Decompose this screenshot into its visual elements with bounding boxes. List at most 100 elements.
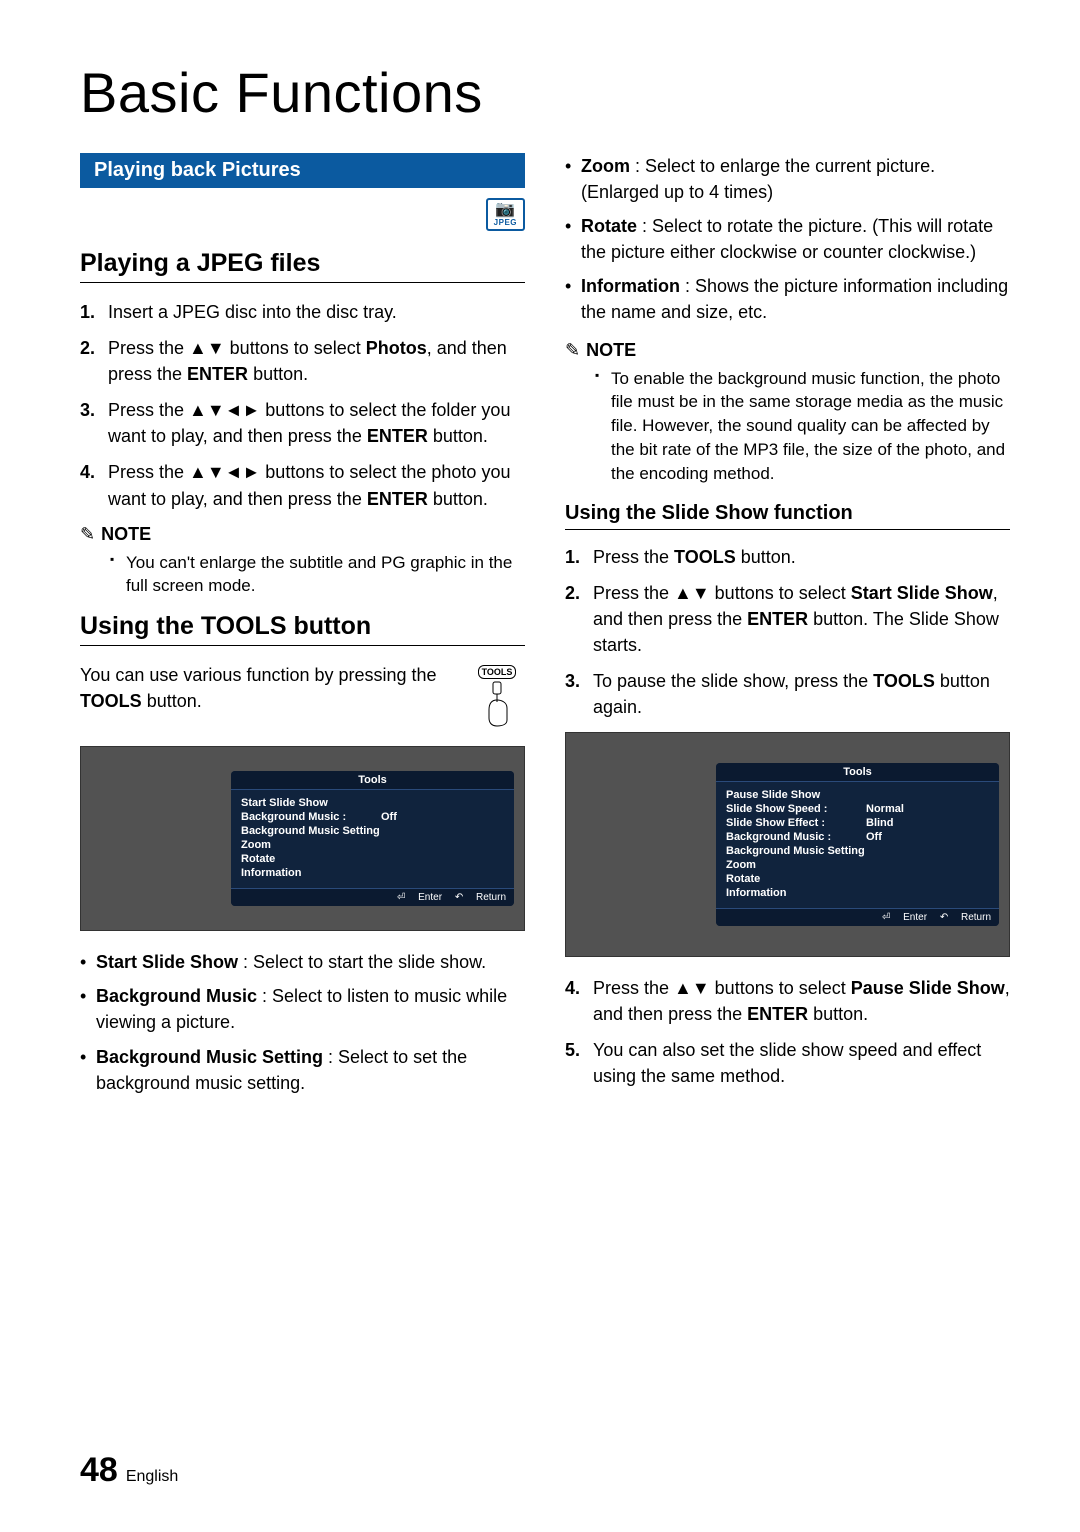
note-label: NOTE <box>101 524 151 545</box>
step-text: Press the ▲▼ buttons to select Start Sli… <box>593 580 1010 658</box>
popup-row-label: Rotate <box>726 873 866 885</box>
jpeg-icon: 📷 JPEG <box>486 198 525 231</box>
step-text: You can also set the slide show speed an… <box>593 1037 1010 1089</box>
popup-row: Information <box>726 886 989 900</box>
tv-screenshot-1: Tools Start Slide ShowBackground Music :… <box>80 746 525 931</box>
tools-button-label: TOOLS <box>478 665 517 679</box>
jpeg-badge-wrap: 📷 JPEG <box>80 198 525 231</box>
popup-row-label: Background Music : <box>726 831 866 843</box>
popup-row: Background Music Setting <box>241 824 504 838</box>
note-heading-right: ✎ NOTE <box>565 340 1010 361</box>
camera-icon: 📷 <box>495 201 515 218</box>
pencil-icon: ✎ <box>565 341 580 359</box>
popup-row-value: Off <box>381 811 397 823</box>
popup-row: Start Slide Show <box>241 796 504 810</box>
step-item: 4.Press the ▲▼◄► buttons to select the p… <box>80 459 525 511</box>
step-item: 5.You can also set the slide show speed … <box>565 1037 1010 1089</box>
popup-row-value: Normal <box>866 803 904 815</box>
list-item: Zoom : Select to enlarge the current pic… <box>565 153 1010 205</box>
step-number: 3. <box>565 668 593 720</box>
step-text: Press the ▲▼◄► buttons to select the pho… <box>108 459 525 511</box>
step-item: 2.Press the ▲▼ buttons to select Start S… <box>565 580 1010 658</box>
return-hint: ↶ Return <box>455 892 506 903</box>
step-number: 1. <box>80 299 108 325</box>
popup-row-label: Information <box>726 887 866 899</box>
popup-row: Pause Slide Show <box>726 788 989 802</box>
list-item: Background Music Setting : Select to set… <box>80 1044 525 1096</box>
popup-row: Information <box>241 866 504 880</box>
page-footer: 48 English <box>80 1451 178 1490</box>
step-number: 2. <box>565 580 593 658</box>
popup-row-label: Start Slide Show <box>241 797 381 809</box>
popup-row-label: Zoom <box>241 839 381 851</box>
steps-playing-jpeg: 1.Insert a JPEG disc into the disc tray.… <box>80 299 525 512</box>
page-language: English <box>126 1468 178 1486</box>
popup-row: Slide Show Effect :Blind <box>726 816 989 830</box>
popup-row: Background Music :Off <box>726 830 989 844</box>
jpeg-label: JPEG <box>494 218 517 227</box>
step-number: 2. <box>80 335 108 387</box>
popup-row-label: Slide Show Effect : <box>726 817 866 829</box>
note-body-right: To enable the background music function,… <box>565 367 1010 486</box>
popup-row: Zoom <box>726 858 989 872</box>
tv-screenshot-2: Tools Pause Slide ShowSlide Show Speed :… <box>565 732 1010 957</box>
popup-header: Tools <box>716 763 999 782</box>
subheading-slideshow: Using the Slide Show function <box>565 502 1010 530</box>
popup-footer: ⏎ Enter ↶ Return <box>231 888 514 906</box>
tools-paragraph: You can use various function by pressing… <box>80 662 455 714</box>
popup-row-label: Background Music : <box>241 811 381 823</box>
popup-body: Pause Slide ShowSlide Show Speed :Normal… <box>716 782 999 908</box>
left-column: Playing back Pictures 📷 JPEG Playing a J… <box>80 153 525 1110</box>
step-text: Press the ▲▼◄► buttons to select the fol… <box>108 397 525 449</box>
return-label: Return <box>961 912 991 923</box>
list-item: Information : Shows the picture informat… <box>565 273 1010 325</box>
step-text: To pause the slide show, press the TOOLS… <box>593 668 1010 720</box>
heading-using-tools: Using the TOOLS button <box>80 612 525 646</box>
popup-row-value: Off <box>866 831 882 843</box>
popup-row-label: Rotate <box>241 853 381 865</box>
return-label: Return <box>476 892 506 903</box>
page-title: Basic Functions <box>80 60 1010 125</box>
step-number: 3. <box>80 397 108 449</box>
list-item: You can't enlarge the subtitle and PG gr… <box>110 551 525 599</box>
step-number: 1. <box>565 544 593 570</box>
tools-intro-row: You can use various function by pressing… <box>80 662 525 728</box>
popup-row-label: Zoom <box>726 859 866 871</box>
remote-hand-icon <box>477 680 517 728</box>
list-item: To enable the background music function,… <box>595 367 1010 486</box>
step-text: Press the ▲▼ buttons to select Pause Sli… <box>593 975 1010 1027</box>
list-item: Background Music : Select to listen to m… <box>80 983 525 1035</box>
popup-row-label: Background Music Setting <box>241 825 381 837</box>
page-number: 48 <box>80 1451 118 1490</box>
note-body: You can't enlarge the subtitle and PG gr… <box>80 551 525 599</box>
tools-button-graphic: TOOLS <box>469 662 525 728</box>
popup-row: Background Music :Off <box>241 810 504 824</box>
step-number: 5. <box>565 1037 593 1089</box>
tools-bullets-right-top: Zoom : Select to enlarge the current pic… <box>565 153 1010 326</box>
enter-hint: ⏎ Enter <box>397 892 442 903</box>
tools-popup-1: Tools Start Slide ShowBackground Music :… <box>231 771 514 906</box>
steps-slideshow-a: 1.Press the TOOLS button.2.Press the ▲▼ … <box>565 544 1010 721</box>
step-number: 4. <box>80 459 108 511</box>
popup-body: Start Slide ShowBackground Music :OffBac… <box>231 790 514 888</box>
step-item: 3.To pause the slide show, press the TOO… <box>565 668 1010 720</box>
enter-hint: ⏎ Enter <box>882 912 927 923</box>
popup-row-value: Blind <box>866 817 894 829</box>
popup-row: Rotate <box>241 852 504 866</box>
pencil-icon: ✎ <box>80 525 95 543</box>
list-item: Rotate : Select to rotate the picture. (… <box>565 213 1010 265</box>
step-item: 4.Press the ▲▼ buttons to select Pause S… <box>565 975 1010 1027</box>
popup-row: Slide Show Speed :Normal <box>726 802 989 816</box>
enter-label: Enter <box>418 892 442 903</box>
tools-popup-2: Tools Pause Slide ShowSlide Show Speed :… <box>716 763 999 926</box>
popup-row-label: Information <box>241 867 381 879</box>
step-item: 2.Press the ▲▼ buttons to select Photos,… <box>80 335 525 387</box>
tools-bullets-left: Start Slide Show : Select to start the s… <box>80 949 525 1095</box>
popup-row: Background Music Setting <box>726 844 989 858</box>
columns: Playing back Pictures 📷 JPEG Playing a J… <box>80 153 1010 1110</box>
popup-header: Tools <box>231 771 514 790</box>
right-column: Zoom : Select to enlarge the current pic… <box>565 153 1010 1110</box>
popup-row-label: Slide Show Speed : <box>726 803 866 815</box>
section-banner: Playing back Pictures <box>80 153 525 188</box>
steps-slideshow-b: 4.Press the ▲▼ buttons to select Pause S… <box>565 975 1010 1089</box>
